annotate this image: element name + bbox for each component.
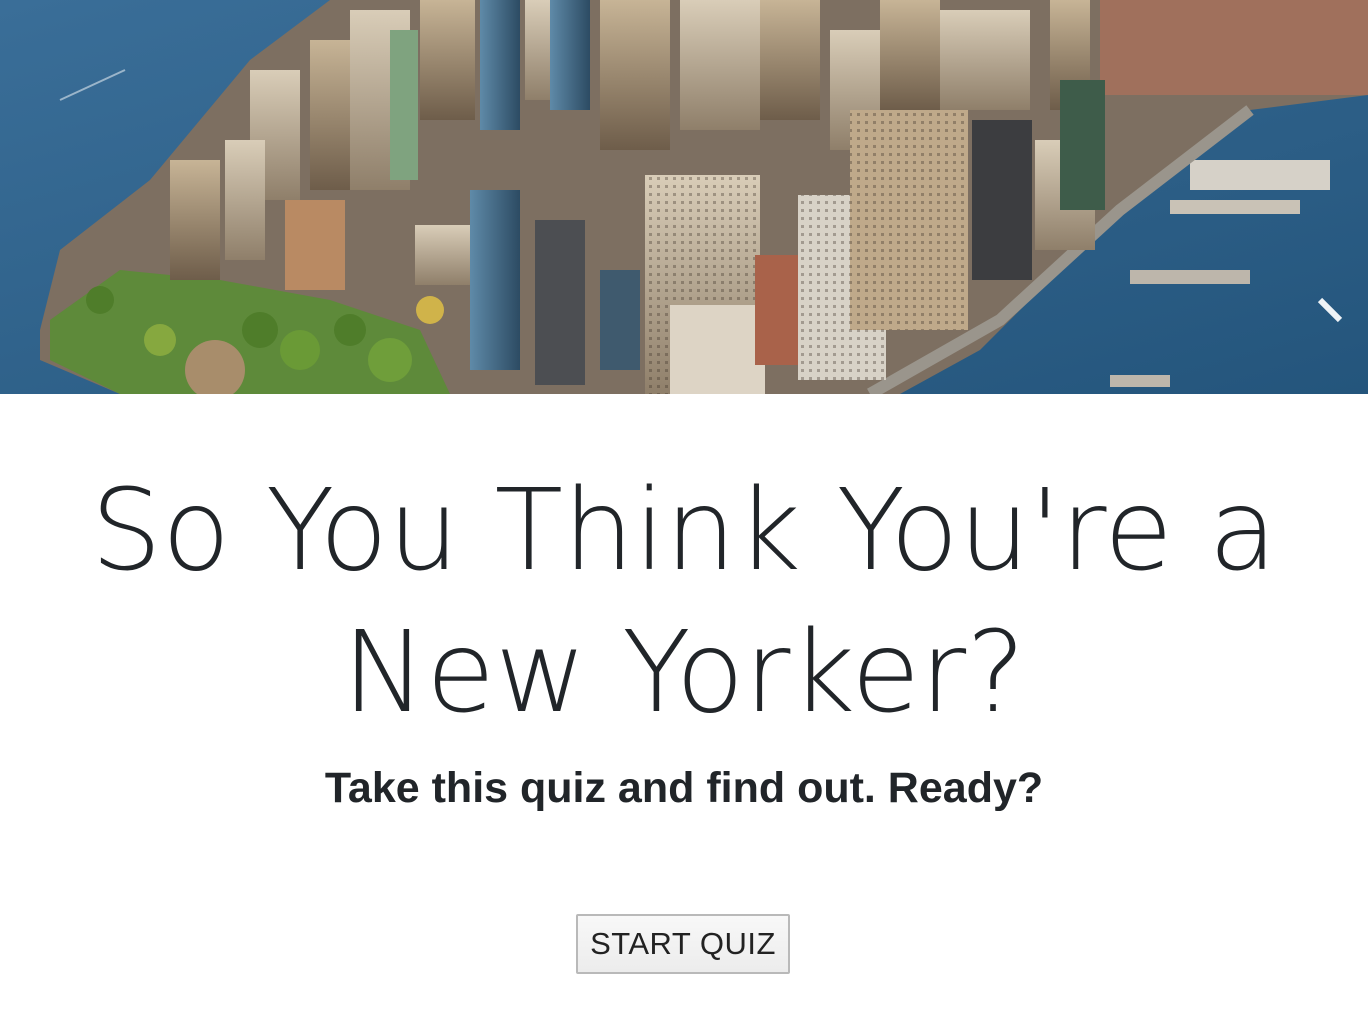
start-quiz-button[interactable]: START QUIZ [576,914,790,974]
quiz-intro: So You Think You're a New Yorker? Take t… [0,394,1368,1030]
pier [1170,200,1300,214]
page-subtitle: Take this quiz and find out. Ready? [324,764,1044,812]
hero-image [0,0,1368,394]
pier [1130,270,1250,284]
pier [1110,375,1170,387]
pier-building [1190,160,1330,190]
manhattan-skyline-illustration [0,0,1368,394]
brooklyn-blocks [1100,0,1368,95]
page-title: So You Think You're a New Yorker? [90,466,1278,738]
